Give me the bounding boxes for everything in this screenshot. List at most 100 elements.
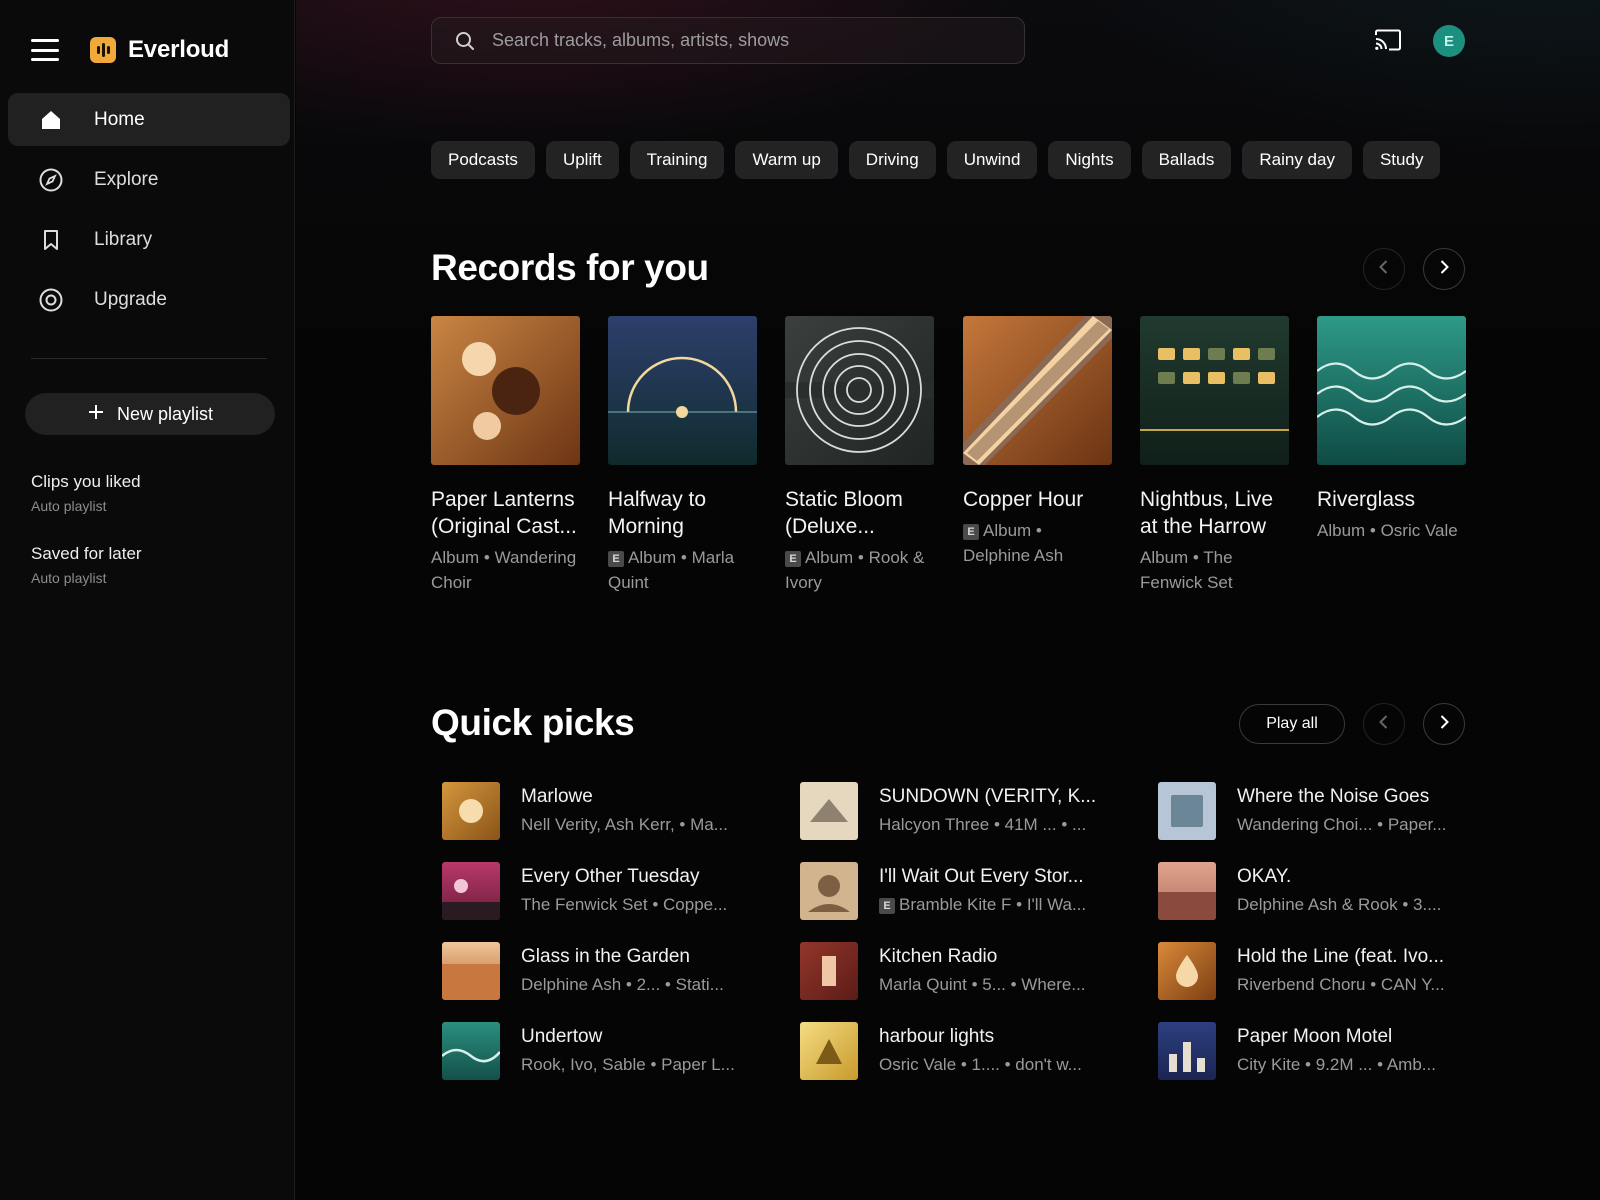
- hamburger-menu-icon[interactable]: [31, 39, 59, 61]
- top-bar: E: [296, 0, 1600, 80]
- album-cover: [608, 316, 757, 465]
- album-card[interactable]: Static Bloom (Deluxe... E Album • Rook & …: [785, 316, 934, 595]
- chip-training[interactable]: Training: [629, 141, 725, 179]
- chip-ballads[interactable]: Ballads: [1141, 141, 1232, 179]
- playlist-subtitle: Auto playlist: [31, 570, 107, 586]
- track-title: Kitchen Radio: [879, 946, 998, 967]
- new-playlist-button[interactable]: New playlist: [25, 393, 275, 435]
- track-row[interactable]: SUNDOWN (VERITY, K... Halcyon Three • 41…: [789, 780, 1099, 840]
- album-card[interactable]: Riverglass Album • Osric Vale: [1317, 316, 1466, 543]
- section-title-records: Records for you: [431, 247, 709, 288]
- sidebar-nav: Home Explore Library Upgrade: [8, 93, 290, 333]
- track-thumbnail: [800, 942, 858, 1000]
- app-window: Everloud Home Explore Library Upgrade Ne…: [0, 0, 1600, 1200]
- play-all-button[interactable]: Play all: [1239, 704, 1345, 744]
- sidebar-item-explore[interactable]: Explore: [8, 153, 290, 206]
- track-thumbnail: [1158, 782, 1216, 840]
- playlist-item[interactable]: Saved for later Auto playlist: [31, 544, 271, 616]
- cast-icon[interactable]: [1374, 28, 1402, 52]
- album-title: Copper Hour: [963, 488, 1084, 511]
- chip-study[interactable]: Study: [1362, 141, 1441, 179]
- avatar[interactable]: E: [1433, 25, 1465, 57]
- search-bar[interactable]: [431, 17, 1025, 64]
- track-thumbnail: [1158, 862, 1216, 920]
- track-thumbnail: [1158, 1022, 1216, 1080]
- chip-rainy-day[interactable]: Rainy day: [1242, 141, 1352, 179]
- album-card[interactable]: Paper Lanterns (Original Cast... Album •…: [431, 316, 580, 595]
- track-row[interactable]: Glass in the Garden Delphine Ash • 2... …: [431, 940, 741, 1000]
- album-card[interactable]: Copper Hour E Album • Delphine Ash: [963, 316, 1112, 568]
- track-title: Every Other Tuesday: [521, 866, 700, 887]
- chip-podcasts[interactable]: Podcasts: [431, 141, 535, 179]
- logo-icon: [90, 37, 116, 63]
- chevron-right-icon: [1437, 259, 1451, 280]
- app-logo-text[interactable]: Everloud: [128, 36, 229, 64]
- chevron-right-icon: [1437, 714, 1451, 735]
- track-row[interactable]: Undertow Rook, Ivo, Sable • Paper L...: [431, 1020, 741, 1080]
- mood-chips: Podcasts Uplift Training Warm up Driving…: [431, 141, 1465, 179]
- track-thumbnail: [800, 1022, 858, 1080]
- chip-warm-up[interactable]: Warm up: [735, 141, 838, 179]
- album-subtitle: E Album • Delphine Ash: [963, 521, 1064, 565]
- search-input[interactable]: [492, 30, 972, 51]
- playlist-title: Clips you liked: [31, 472, 141, 491]
- sidebar-item-label: Explore: [94, 168, 159, 190]
- track-title: Paper Moon Motel: [1237, 1026, 1393, 1047]
- track-subtitle: E Bramble Kite F • I'll Wa...: [879, 895, 1104, 915]
- track-row[interactable]: I'll Wait Out Every Stor... E Bramble Kit…: [789, 860, 1099, 920]
- records-carousel: Paper Lanterns (Original Cast... Album •…: [431, 316, 1466, 606]
- track-title: Hold the Line (feat. Ivo...: [1237, 946, 1445, 967]
- track-thumbnail: [442, 1022, 500, 1080]
- track-subtitle: Osric Vale • 1.... • don't w...: [879, 1055, 1082, 1074]
- track-thumbnail: [1158, 942, 1216, 1000]
- explicit-badge: E: [963, 524, 979, 540]
- track-row[interactable]: Every Other Tuesday The Fenwick Set • Co…: [431, 860, 741, 920]
- records-next-button[interactable]: [1423, 248, 1465, 290]
- sidebar-item-home[interactable]: Home: [8, 93, 290, 146]
- chip-uplift[interactable]: Uplift: [545, 141, 619, 179]
- track-subtitle: Marla Quint • 5... • Where...: [879, 975, 1086, 994]
- album-cover: [785, 316, 934, 465]
- album-subtitle: Album • The Fenwick Set: [1140, 548, 1233, 592]
- album-cover: [1140, 316, 1289, 465]
- album-cover: [1317, 316, 1466, 465]
- track-title: SUNDOWN (VERITY, K...: [879, 786, 1097, 807]
- track-subtitle: Rook, Ivo, Sable • Paper L...: [521, 1055, 735, 1074]
- track-row[interactable]: Marlowe Nell Verity, Ash Kerr, • Ma...: [431, 780, 741, 840]
- album-card[interactable]: Nightbus, Live at the Harrow Album • The…: [1140, 316, 1289, 595]
- album-subtitle: E Album • Rook & Ivory: [785, 548, 925, 592]
- bookmark-icon: [38, 227, 64, 253]
- explicit-badge: E: [608, 551, 624, 567]
- track-title: I'll Wait Out Every Stor...: [879, 866, 1084, 887]
- track-thumbnail: [800, 862, 858, 920]
- quick-picks-next-button[interactable]: [1423, 703, 1465, 745]
- track-title: Glass in the Garden: [521, 946, 690, 967]
- sidebar: Everloud Home Explore Library Upgrade Ne…: [0, 0, 295, 1200]
- explicit-badge: E: [879, 898, 895, 914]
- track-row[interactable]: OKAY. Delphine Ash & Rook • 3....: [1147, 860, 1457, 920]
- track-row[interactable]: Paper Moon Motel City Kite • 9.2M ... • …: [1147, 1020, 1457, 1080]
- sidebar-item-label: Upgrade: [94, 288, 167, 310]
- chip-driving[interactable]: Driving: [848, 141, 936, 179]
- sidebar-divider: [31, 358, 267, 359]
- track-row[interactable]: Kitchen Radio Marla Quint • 5... • Where…: [789, 940, 1099, 1000]
- upgrade-icon: [38, 287, 64, 313]
- track-row[interactable]: harbour lights Osric Vale • 1.... • don'…: [789, 1020, 1099, 1080]
- plus-icon: [87, 403, 105, 426]
- quick-picks-prev-button[interactable]: [1363, 703, 1405, 745]
- chip-unwind[interactable]: Unwind: [946, 141, 1038, 179]
- album-title: Riverglass: [1317, 488, 1416, 511]
- records-prev-button[interactable]: [1363, 248, 1405, 290]
- sidebar-item-label: Home: [94, 108, 145, 130]
- track-subtitle: Nell Verity, Ash Kerr, • Ma...: [521, 815, 728, 834]
- track-row[interactable]: Where the Noise Goes Wandering Choi... •…: [1147, 780, 1457, 840]
- track-thumbnail: [442, 942, 500, 1000]
- track-thumbnail: [442, 782, 500, 840]
- sidebar-item-library[interactable]: Library: [8, 213, 290, 266]
- playlist-item[interactable]: Clips you liked Auto playlist: [31, 472, 271, 544]
- chip-nights[interactable]: Nights: [1048, 141, 1131, 179]
- album-card[interactable]: Halfway to Morning E Album • Marla Quint: [608, 316, 757, 595]
- track-row[interactable]: Hold the Line (feat. Ivo... Riverbend Ch…: [1147, 940, 1457, 1000]
- playlist-title: Saved for later: [31, 544, 142, 563]
- sidebar-item-upgrade[interactable]: Upgrade: [8, 273, 290, 326]
